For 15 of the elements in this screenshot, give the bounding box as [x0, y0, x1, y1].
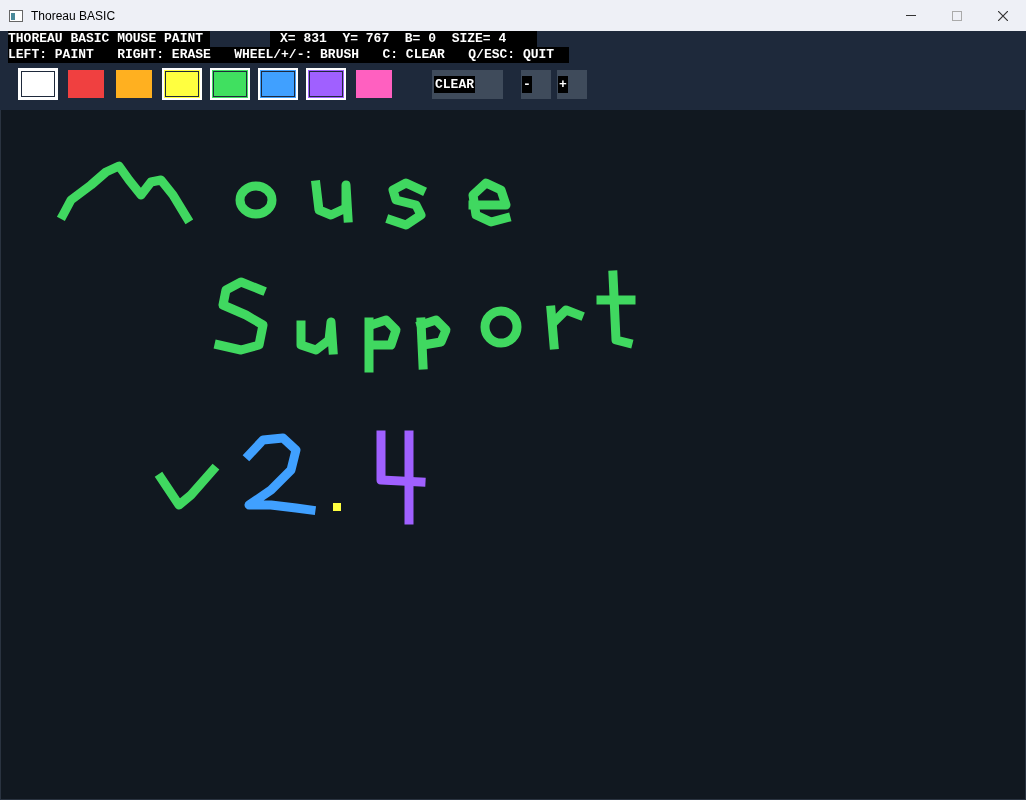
- color-swatch[interactable]: [66, 68, 106, 100]
- help-text: LEFT: PAINT RIGHT: ERASE WHEEL/+/-: BRUSH C: CLEAR Q/ESC: QUIT: [8, 47, 569, 63]
- maximize-icon: [952, 10, 962, 21]
- app-heading: THOREAU BASIC MOUSE PAINT: [8, 31, 210, 47]
- window-title: Thoreau BASIC: [31, 7, 116, 25]
- paint-canvas[interactable]: [0, 110, 1026, 800]
- color-swatch[interactable]: [354, 68, 394, 100]
- clear-button[interactable]: CLEAR: [432, 69, 503, 99]
- app-icon: [9, 9, 23, 22]
- minimize-icon: [906, 15, 916, 16]
- color-swatch[interactable]: [114, 68, 154, 100]
- close-icon: [998, 10, 1008, 21]
- cursor-readout: X= 831 Y= 767 B= 0 SIZE= 4: [270, 31, 537, 47]
- brush-larger-button[interactable]: +: [557, 69, 587, 99]
- brush-smaller-button[interactable]: -: [521, 69, 551, 99]
